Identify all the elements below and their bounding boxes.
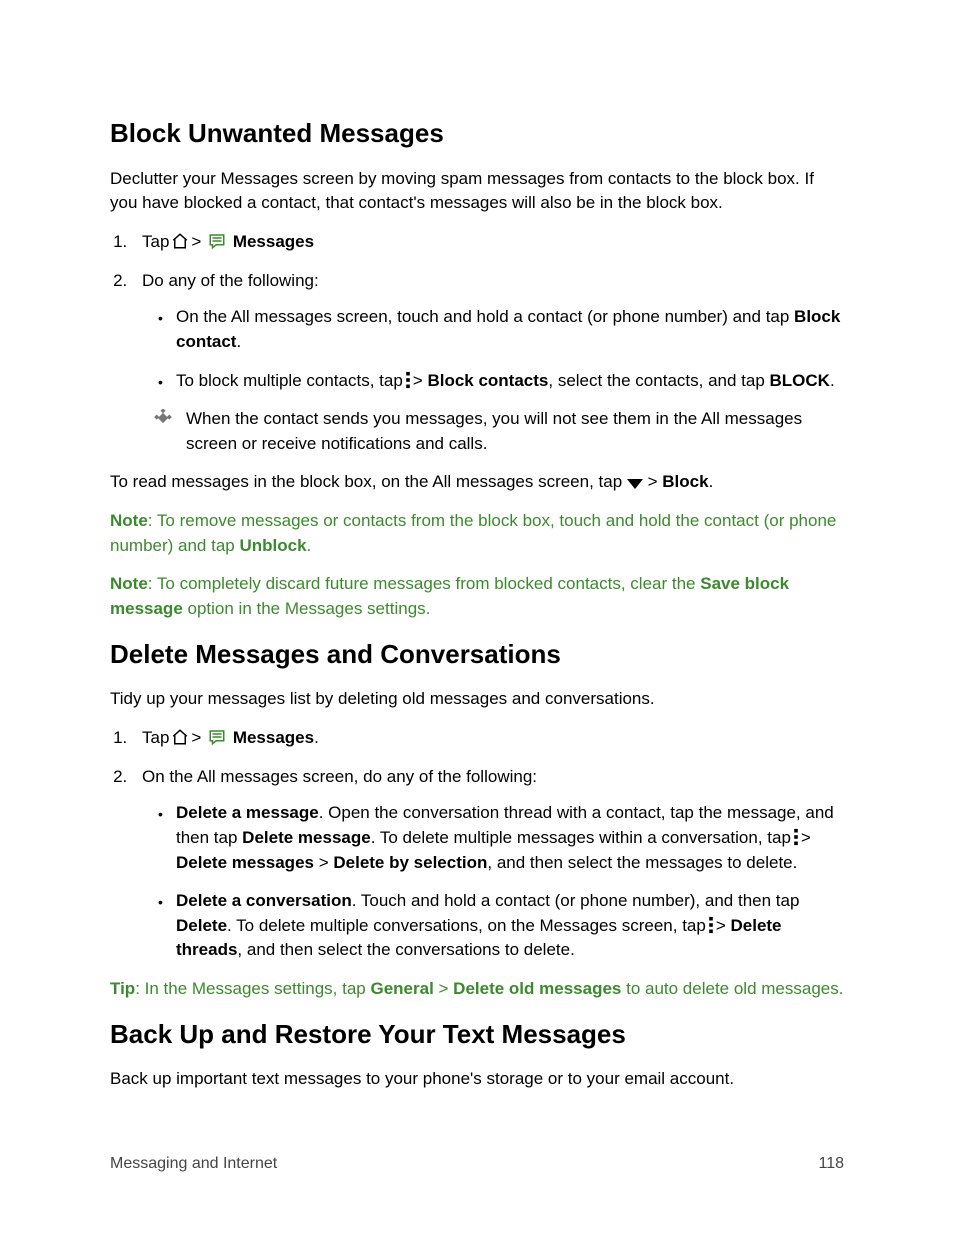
section2-steps: Tap > Messages. On the All messages scre… [110,726,844,963]
step2-lead: Do any of the following: [142,271,319,290]
text-segment: . [307,536,312,555]
text-segment: , and then select the messages to delete… [487,853,797,872]
footer-page-number: 118 [818,1152,844,1175]
bold-unblock: Unblock [239,536,306,555]
text-segment: . To delete multiple messages within a c… [371,828,791,847]
more-vert-icon [706,916,716,934]
text-segment: . [236,332,241,351]
bold-delete-a-message: Delete a message [176,803,319,822]
bold-delete: Delete [176,916,227,935]
section1-step1: Tap > Messages [132,230,844,255]
home-icon [169,728,191,746]
messages-list-icon [206,728,228,746]
more-vert-icon [791,828,801,846]
text-segment: , select the contacts, and tap [548,371,769,390]
note-unblock: Note: To remove messages or contacts fro… [110,509,844,558]
page-footer: Messaging and Internet 118 [110,1152,844,1175]
text-segment: . Touch and hold a contact (or phone num… [352,891,800,910]
text-segment: : In the Messages settings, tap [135,979,370,998]
bullet-delete-conversation: Delete a conversation. Touch and hold a … [176,889,844,963]
text-segment: : To completely discard future messages … [148,574,700,593]
text-segment: To read messages in the block box, on th… [110,472,627,491]
tip-delete-old: Tip: In the Messages settings, tap Gener… [110,977,844,1002]
read-block-box: To read messages in the block box, on th… [110,470,844,495]
bold-delete-by-selection: Delete by selection [333,853,487,872]
section2-intro: Tidy up your messages list by deleting o… [110,687,844,712]
text-segment: . [830,371,835,390]
text-segment: To block multiple contacts, tap [176,371,403,390]
bold-block-contacts: Block contacts [427,371,548,390]
diamond-tip-text: When the contact sends you messages, you… [186,407,844,456]
bold-delete-a-conversation: Delete a conversation [176,891,352,910]
text-segment: On the All messages screen, touch and ho… [176,307,794,326]
text-segment: option in the Messages settings. [183,599,431,618]
bullet-block-contact: On the All messages screen, touch and ho… [176,305,844,354]
section3-intro: Back up important text messages to your … [110,1067,844,1092]
note-label: Note [110,574,148,593]
footer-section-label: Messaging and Internet [110,1152,277,1175]
note-save-block-message: Note: To completely discard future messa… [110,572,844,621]
bold-general: General [370,979,433,998]
diamond-tip-row: When the contact sends you messages, you… [142,407,844,456]
text-segment: , and then select the conversations to d… [237,940,574,959]
bold-delete-message: Delete message [242,828,371,847]
text-segment: . [314,728,319,747]
section1-intro: Declutter your Messages screen by moving… [110,167,844,216]
section1-steps: Tap > Messages Do any of the following: … [110,230,844,456]
section2-step1: Tap > Messages. [132,726,844,751]
bold-delete-old-messages: Delete old messages [453,979,621,998]
home-icon [169,232,191,250]
bold-block: Block [662,472,708,491]
bold-delete-messages: Delete messages [176,853,314,872]
text-segment: . To delete multiple conversations, on t… [227,916,706,935]
section1-bullets: On the All messages screen, touch and ho… [142,305,844,393]
text-segment: . [709,472,714,491]
messages-app-label: Messages [233,728,314,747]
text-segment: : To remove messages or contacts from th… [110,511,836,555]
messages-list-icon [206,232,228,250]
text-segment: to auto delete old messages. [621,979,843,998]
step2-lead: On the All messages screen, do any of th… [142,767,537,786]
bullet-delete-message: Delete a message. Open the conversation … [176,801,844,875]
bold-block-caps: BLOCK [770,371,830,390]
section-heading-delete: Delete Messages and Conversations [110,636,844,674]
step1-tap-label: Tap [142,232,169,251]
section1-step2: Do any of the following: On the All mess… [132,269,844,457]
section2-bullets: Delete a message. Open the conversation … [142,801,844,963]
more-vert-icon [403,371,413,389]
section-heading-backup: Back Up and Restore Your Text Messages [110,1016,844,1054]
step1-tap-label: Tap [142,728,169,747]
tip-label: Tip [110,979,135,998]
messages-app-label: Messages [233,232,314,251]
chevron-down-icon [627,478,643,490]
document-page: Block Unwanted Messages Declutter your M… [0,0,954,1235]
bullet-block-multiple: To block multiple contacts, tap > Block … [176,369,844,394]
section2-step2: On the All messages screen, do any of th… [132,765,844,963]
note-label: Note [110,511,148,530]
diamond-tip-icon [154,409,172,435]
section-heading-block-unwanted: Block Unwanted Messages [110,115,844,153]
